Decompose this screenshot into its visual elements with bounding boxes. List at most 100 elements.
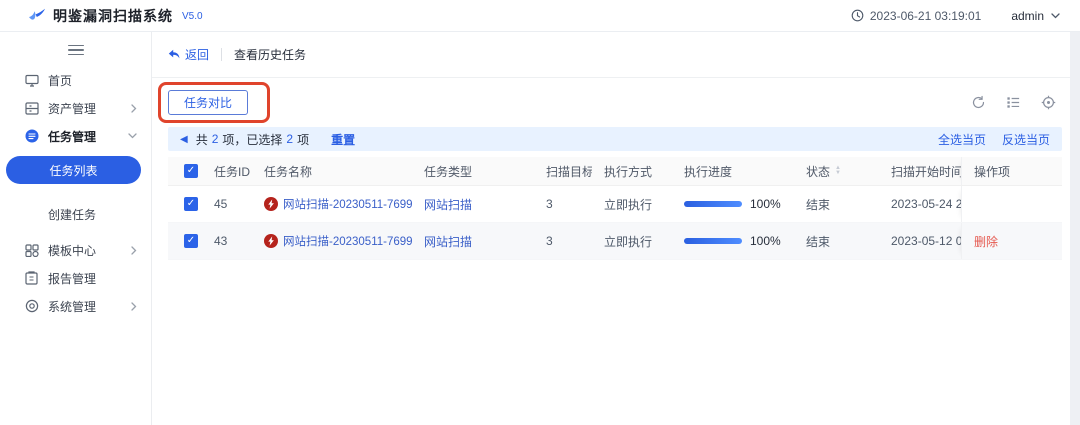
cell-task-id: 43	[202, 223, 252, 259]
progress-label: 100%	[750, 234, 781, 248]
task-name-link[interactable]: 网站扫描-20230511-76998	[283, 233, 412, 249]
sidebar-item-tasks[interactable]: 任务管理	[0, 122, 151, 150]
list-view-icon[interactable]	[1006, 95, 1021, 110]
breadcrumb: 返回 查看历史任务	[152, 32, 1070, 78]
col-exec-mode: 执行方式	[592, 157, 672, 185]
top-header: 明鉴漏洞扫描系统 V5.0 2023-06-21 03:19:01 admin	[0, 0, 1080, 32]
sidebar-item-templates[interactable]: 模板中心	[0, 236, 151, 264]
back-button[interactable]: 返回	[168, 46, 209, 63]
col-progress: 执行进度	[672, 157, 794, 185]
selection-summary: ◀ 共 2 项，已选择 2 项 重置	[180, 131, 355, 148]
gear-icon	[24, 299, 39, 313]
table-tool-icons	[971, 95, 1056, 110]
bird-logo-icon	[28, 8, 46, 23]
sidebar-collapse-button[interactable]	[68, 42, 84, 58]
col-start-time: 扫描开始时间	[879, 157, 961, 185]
total-count: 2	[212, 132, 219, 146]
left-triangle-icon: ◀	[180, 134, 188, 145]
col-target-count: 扫描目标数	[534, 157, 592, 185]
cell-status: 结束	[794, 186, 879, 222]
main-panel: 返回 查看历史任务 任务对比	[152, 32, 1070, 425]
content-area: 首页 资产管理 任务管理 任务列表	[0, 32, 1080, 425]
task-table: ✓ 任务ID 任务名称 任务类型 扫描目标数 执行方式 执行进度 状态 ▲▼ 扫…	[168, 157, 1062, 260]
sidebar-item-label: 资产管理	[48, 100, 131, 117]
summary-prefix: 共	[196, 131, 208, 148]
clock-icon	[851, 9, 864, 22]
invert-select-page-link[interactable]: 反选当页	[1002, 131, 1050, 148]
template-icon	[24, 244, 39, 257]
sidebar-item-system[interactable]: 系统管理	[0, 292, 151, 320]
sidebar-item-task-list[interactable]: 任务列表	[6, 156, 141, 184]
col-actions: 操作项	[961, 157, 1062, 185]
summary-mid: 项，已选择	[222, 131, 282, 148]
chevron-down-icon	[128, 133, 137, 139]
asset-box-icon	[24, 102, 39, 115]
back-arrow-icon	[168, 49, 180, 60]
sidebar-item-create-task[interactable]: 创建任务	[0, 200, 151, 228]
cell-status: 结束	[794, 223, 879, 259]
selection-bar: ◀ 共 2 项，已选择 2 项 重置 全选当页 反选当页	[168, 127, 1062, 151]
table-header-row: ✓ 任务ID 任务名称 任务类型 扫描目标数 执行方式 执行进度 状态 ▲▼ 扫…	[168, 157, 1062, 186]
cell-start-time: 2023-05-24 23:0	[879, 186, 961, 222]
chevron-right-icon	[131, 246, 137, 255]
toolbar-row: 任务对比	[152, 78, 1070, 127]
chevron-down-icon	[1051, 13, 1060, 19]
breadcrumb-divider	[221, 48, 222, 61]
breadcrumb-current: 查看历史任务	[234, 46, 306, 63]
row-checkbox[interactable]: ✓	[184, 234, 198, 248]
task-name-link[interactable]: 网站扫描-20230511-76998	[283, 196, 412, 212]
cell-start-time: 2023-05-12 01:0	[879, 223, 961, 259]
current-datetime: 2023-06-21 03:19:01	[870, 9, 981, 23]
table-row: ✓ 43 网站扫描-20230511-76998 网站扫描 3 立即执行 100…	[168, 223, 1062, 260]
select-all-page-link[interactable]: 全选当页	[938, 131, 986, 148]
selection-actions: 全选当页 反选当页	[938, 131, 1050, 148]
sidebar-item-label: 任务管理	[48, 128, 128, 145]
page: 明鉴漏洞扫描系统 V5.0 2023-06-21 03:19:01 admin	[0, 0, 1080, 425]
summary-suffix: 项	[297, 131, 309, 148]
task-circle-icon	[24, 129, 39, 143]
delete-task-link[interactable]: 删除	[974, 233, 998, 250]
high-risk-icon	[264, 234, 278, 248]
sidebar-item-label: 模板中心	[48, 242, 131, 259]
cell-target-count: 3	[534, 186, 592, 222]
sidebar-item-label: 报告管理	[48, 270, 137, 287]
logo-area: 明鉴漏洞扫描系统 V5.0	[28, 6, 203, 26]
user-menu[interactable]: admin	[1011, 9, 1060, 23]
reset-selection-link[interactable]: 重置	[331, 131, 355, 148]
task-type-link[interactable]: 网站扫描	[424, 196, 472, 213]
sidebar-item-home[interactable]: 首页	[0, 66, 151, 94]
task-type-link[interactable]: 网站扫描	[424, 233, 472, 250]
cell-actions	[961, 186, 1062, 222]
row-checkbox[interactable]: ✓	[184, 197, 198, 211]
col-task-id: 任务ID	[202, 157, 252, 185]
back-label: 返回	[185, 46, 209, 63]
clipboard-icon	[24, 271, 39, 285]
chevron-right-icon	[131, 104, 137, 113]
col-status-label: 状态	[806, 163, 830, 180]
sidebar-item-label: 首页	[48, 72, 137, 89]
app-title: 明鉴漏洞扫描系统	[53, 6, 173, 26]
col-status[interactable]: 状态 ▲▼	[794, 157, 879, 185]
sidebar-item-assets[interactable]: 资产管理	[0, 94, 151, 122]
settings-gear-icon[interactable]	[1041, 95, 1056, 110]
cell-task-id: 45	[202, 186, 252, 222]
progress-label: 100%	[750, 197, 781, 211]
high-risk-icon	[264, 197, 278, 211]
selected-count: 2	[286, 132, 293, 146]
sort-carets-icon[interactable]: ▲▼	[835, 166, 841, 176]
progress-bar	[684, 201, 742, 207]
cell-target-count: 3	[534, 223, 592, 259]
progress-bar	[684, 238, 742, 244]
monitor-icon	[24, 74, 39, 87]
cell-exec-mode: 立即执行	[592, 223, 672, 259]
app-version: V5.0	[182, 11, 203, 22]
cell-exec-mode: 立即执行	[592, 186, 672, 222]
select-all-checkbox[interactable]: ✓	[184, 164, 198, 178]
table-row: ✓ 45 网站扫描-20230511-76998 网站扫描 3 立即执行 100…	[168, 186, 1062, 223]
task-compare-button[interactable]: 任务对比	[168, 90, 248, 115]
chevron-right-icon	[131, 302, 137, 311]
topbar-right: 2023-06-21 03:19:01 admin	[851, 9, 1060, 23]
username: admin	[1011, 9, 1044, 23]
refresh-icon[interactable]	[971, 95, 986, 110]
sidebar-item-reports[interactable]: 报告管理	[0, 264, 151, 292]
